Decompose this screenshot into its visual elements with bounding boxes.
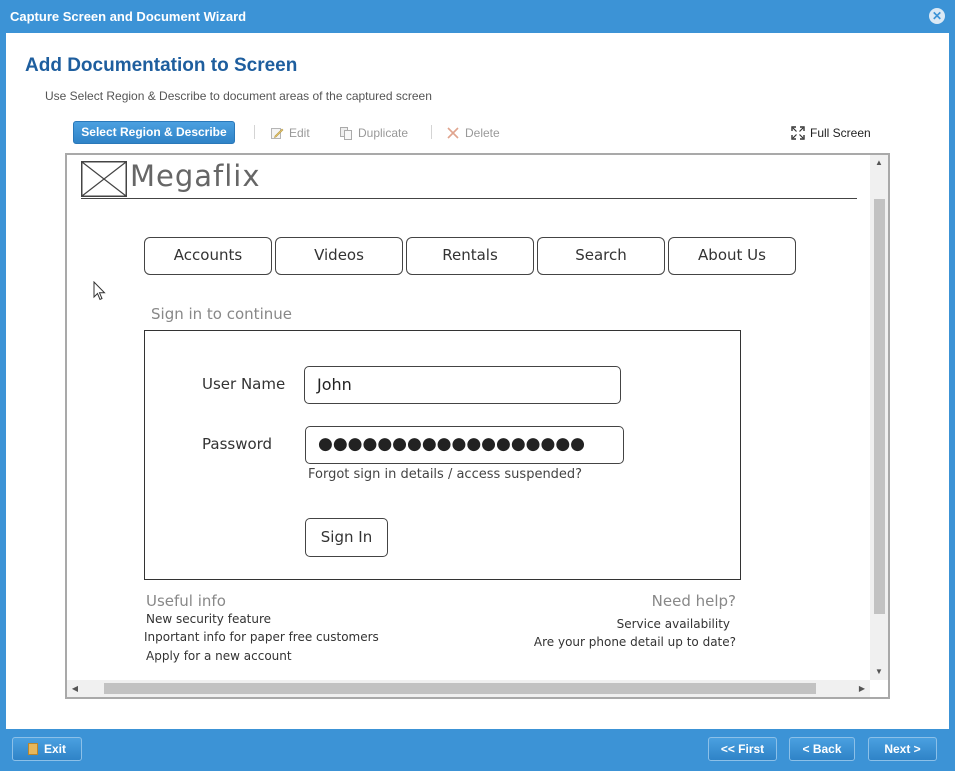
logo-placeholder-icon: [81, 161, 127, 197]
need-help-title: Need help?: [651, 592, 736, 610]
horizontal-scroll-thumb[interactable]: [104, 683, 816, 694]
fullscreen-icon: [791, 126, 805, 140]
mouse-pointer-icon: [93, 281, 106, 301]
exit-icon: [27, 743, 38, 755]
nav-rentals[interactable]: Rentals: [406, 237, 534, 275]
wizard-footer: Exit << First < Back Next >: [0, 729, 955, 771]
window-title: Capture Screen and Document Wizard: [10, 9, 247, 24]
full-screen-label: Full Screen: [810, 126, 871, 140]
nav-search[interactable]: Search: [537, 237, 665, 275]
scroll-left-icon[interactable]: ◀: [67, 680, 83, 697]
exit-button[interactable]: Exit: [12, 737, 82, 761]
scroll-right-icon[interactable]: ▶: [854, 680, 870, 697]
full-screen-button[interactable]: Full Screen: [791, 124, 871, 142]
edit-button[interactable]: Edit: [270, 124, 310, 142]
nav-accounts[interactable]: Accounts: [144, 237, 272, 275]
close-icon[interactable]: ✕: [929, 8, 945, 24]
select-region-button[interactable]: Select Region & Describe: [73, 121, 235, 144]
username-field[interactable]: John: [304, 366, 621, 404]
useful-info-title: Useful info: [146, 592, 226, 610]
username-label: User Name: [202, 375, 286, 393]
need-help-link[interactable]: Are your phone detail up to date?: [534, 635, 736, 649]
first-button[interactable]: << First: [708, 737, 777, 761]
toolbar-divider: [254, 125, 255, 139]
duplicate-label: Duplicate: [358, 126, 409, 140]
duplicate-icon: [340, 127, 352, 140]
vertical-scroll-thumb[interactable]: [874, 199, 885, 614]
duplicate-button[interactable]: Duplicate: [339, 124, 408, 142]
header-divider: [81, 198, 857, 199]
captured-screen-frame: Megaflix Accounts Videos Rentals Search …: [65, 153, 890, 699]
brand-name: Megaflix: [130, 159, 261, 193]
page-title: Add Documentation to Screen: [25, 55, 298, 76]
wizard-content: Add Documentation to Screen Use Select R…: [6, 33, 949, 729]
nav-videos[interactable]: Videos: [275, 237, 403, 275]
title-bar: Capture Screen and Document Wizard ✕: [0, 0, 955, 33]
forgot-signin-link[interactable]: Forgot sign in details / access suspende…: [308, 467, 582, 482]
delete-label: Delete: [465, 126, 500, 140]
toolbar-divider: [431, 125, 432, 139]
password-label: Password: [202, 435, 273, 453]
password-field[interactable]: ●●●●●●●●●●●●●●●●●●: [305, 426, 624, 464]
edit-icon: [271, 128, 284, 139]
nav-about-us[interactable]: About Us: [668, 237, 796, 275]
delete-button[interactable]: Delete: [446, 124, 500, 142]
useful-info-link[interactable]: New security feature: [146, 612, 271, 626]
delete-icon: [447, 127, 459, 139]
captured-screen[interactable]: Megaflix Accounts Videos Rentals Search …: [67, 155, 870, 680]
sign-in-button[interactable]: Sign In: [305, 518, 388, 557]
back-button[interactable]: < Back: [789, 737, 855, 761]
useful-info-link[interactable]: Inportant info for paper free customers: [144, 630, 379, 644]
next-button[interactable]: Next >: [868, 737, 937, 761]
horizontal-scrollbar[interactable]: ◀ ▶: [67, 680, 870, 697]
vertical-scrollbar[interactable]: ▲ ▼: [870, 155, 888, 680]
signin-caption: Sign in to continue: [151, 305, 292, 323]
page-subtitle: Use Select Region & Describe to document…: [45, 89, 432, 103]
scroll-up-icon[interactable]: ▲: [870, 155, 888, 171]
edit-label: Edit: [289, 126, 310, 140]
scroll-down-icon[interactable]: ▼: [870, 664, 888, 680]
need-help-link[interactable]: Service availability: [617, 617, 730, 631]
useful-info-link[interactable]: Apply for a new account: [146, 649, 292, 663]
exit-label: Exit: [43, 742, 66, 756]
